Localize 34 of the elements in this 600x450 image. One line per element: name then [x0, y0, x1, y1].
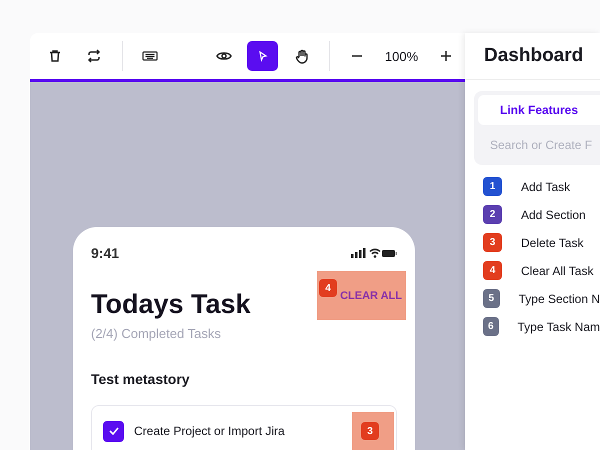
completed-count: (2/4) Completed Tasks: [91, 326, 222, 341]
swap-arrows-icon: [87, 49, 102, 63]
status-icons: [351, 248, 397, 258]
feature-number: 1: [483, 177, 502, 196]
task-label: Create Project or Import Jira: [134, 424, 286, 438]
section-title: Test metastory: [91, 371, 191, 387]
feature-number: 6: [483, 317, 499, 336]
tab[interactable]: Link Features: [478, 95, 600, 125]
hand-icon: [294, 48, 309, 64]
feature-item[interactable]: Add Section: [521, 208, 586, 222]
feature-number: 4: [483, 261, 502, 280]
panel-title: Dashboard: [484, 45, 584, 67]
pointer-icon: [256, 50, 269, 62]
plus-icon: [440, 50, 452, 62]
search-field[interactable]: Search or Create F: [474, 125, 600, 165]
trash-icon: [48, 49, 62, 63]
checkmark-icon: [108, 427, 118, 435]
task-checkbox[interactable]: [103, 420, 124, 442]
feature-item[interactable]: Type Task Nam: [518, 320, 600, 334]
number-badge: 4: [319, 279, 337, 297]
feature-item[interactable]: Add Task: [521, 180, 570, 194]
screen-title: Todays Task: [91, 289, 251, 320]
status-time: 9:41: [91, 245, 120, 261]
keyboard-icon: [142, 50, 158, 62]
feature-number: 2: [483, 205, 502, 224]
zoom-level: 100%: [384, 48, 418, 64]
eye-icon: [216, 50, 232, 62]
feature-number: 5: [483, 289, 500, 308]
feature-number: 3: [483, 233, 502, 252]
feature-item[interactable]: Type Section N: [518, 292, 600, 306]
number-badge: 3: [361, 422, 379, 440]
feature-item[interactable]: Clear All Task: [521, 264, 594, 278]
feature-item[interactable]: Delete Task: [521, 236, 584, 250]
pointer-tool-button[interactable]: [247, 41, 278, 71]
